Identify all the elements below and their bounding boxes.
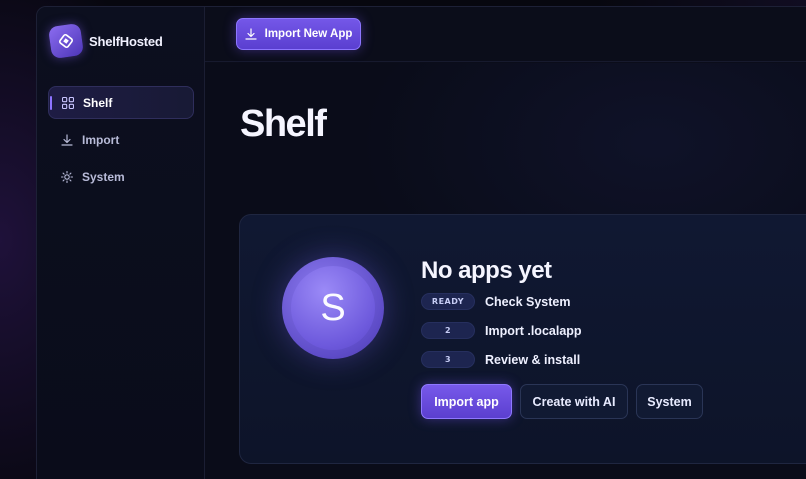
sidebar-item-label: Shelf — [83, 95, 113, 110]
import-new-app-button[interactable]: Import New App — [236, 18, 361, 50]
avatar-letter: S — [291, 266, 375, 350]
brand: ShelfHosted — [47, 22, 163, 60]
step-item: READY Check System — [421, 292, 582, 311]
gear-icon — [60, 170, 73, 183]
step-badge: READY — [421, 293, 475, 310]
steps-list: READY Check System 2 Import .localapp 3 … — [421, 292, 582, 379]
import-app-button[interactable]: Import app — [421, 384, 512, 419]
step-badge: 3 — [421, 351, 475, 368]
import-new-app-label: Import New App — [264, 28, 353, 40]
step-item: 2 Import .localapp — [421, 321, 582, 340]
sidebar-item-label: Import — [82, 132, 120, 147]
sidebar-item-label: System — [82, 169, 125, 184]
sidebar: ShelfHosted Shelf Import System — [37, 7, 205, 479]
topbar: Import New App — [205, 7, 806, 62]
download-icon — [60, 133, 73, 146]
step-badge: 2 — [421, 322, 475, 339]
empty-state-actions: Import app Create with AI System — [421, 384, 711, 419]
shelfhosted-logo-icon — [47, 22, 85, 60]
create-with-ai-button[interactable]: Create with AI — [520, 384, 628, 419]
system-button[interactable]: System — [636, 384, 703, 419]
avatar: S — [282, 257, 384, 359]
download-icon — [245, 28, 257, 40]
empty-state-card: S No apps yet READY Check System 2 Impor… — [239, 214, 806, 464]
brand-name: ShelfHosted — [89, 33, 163, 49]
step-label: Check System — [485, 294, 571, 309]
sidebar-nav: Shelf Import System — [48, 86, 194, 197]
sidebar-item-import[interactable]: Import — [48, 123, 194, 156]
app-window: ShelfHosted Shelf Import System Import N… — [36, 6, 806, 479]
empty-state-title: No apps yet — [421, 257, 552, 284]
page-title: Shelf — [240, 103, 327, 145]
grid-icon — [61, 96, 74, 109]
main-content: Shelf S No apps yet READY Check System 2… — [205, 63, 806, 479]
step-label: Review & install — [485, 352, 581, 367]
sidebar-item-shelf[interactable]: Shelf — [48, 86, 194, 119]
step-label: Import .localapp — [485, 323, 582, 338]
sidebar-item-system[interactable]: System — [48, 160, 194, 193]
step-item: 3 Review & install — [421, 350, 582, 369]
